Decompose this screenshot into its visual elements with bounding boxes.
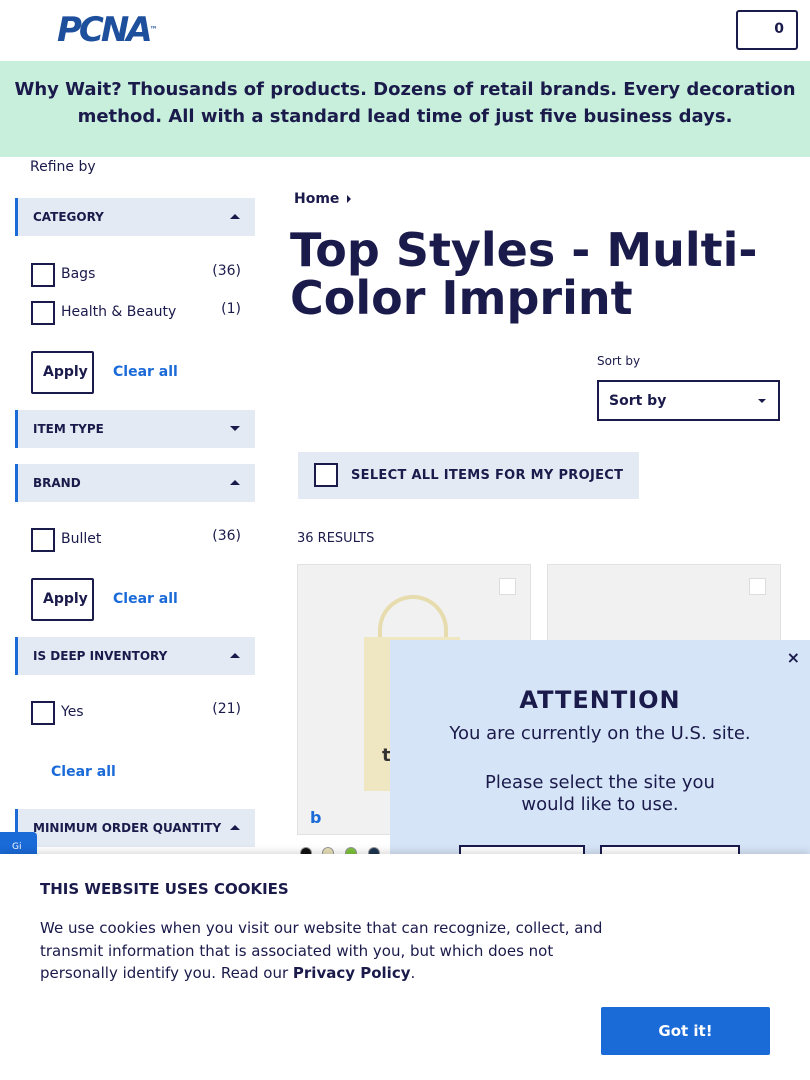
- modal-title: ATTENTION: [519, 686, 681, 714]
- facet-title: MINIMUM ORDER QUANTITY: [33, 821, 222, 835]
- product-select-checkbox[interactable]: [499, 578, 516, 595]
- facet-item-type-header[interactable]: ITEM TYPE: [15, 410, 255, 448]
- privacy-policy-link[interactable]: Privacy Policy: [293, 964, 411, 982]
- facet-option-bags[interactable]: Bags (36): [31, 263, 243, 289]
- product-select-checkbox[interactable]: [749, 578, 766, 595]
- cart-button[interactable]: 0: [736, 10, 798, 50]
- apply-button[interactable]: Apply: [31, 578, 94, 621]
- chevron-down-icon: [230, 426, 240, 431]
- results-count: 36 RESULTS: [297, 531, 375, 546]
- cart-count: 0: [774, 21, 784, 37]
- clear-all-link[interactable]: Clear all: [113, 591, 178, 607]
- option-count: (36): [212, 263, 241, 279]
- checkbox[interactable]: [314, 463, 338, 487]
- facet-option-health-beauty[interactable]: Health & Beauty (1): [31, 301, 243, 327]
- caret-right-icon: [347, 195, 352, 203]
- promo-banner-text: Why Wait? Thousands of products. Dozens …: [14, 79, 796, 127]
- apply-button[interactable]: Apply: [31, 351, 94, 394]
- facet-option-bullet[interactable]: Bullet (36): [31, 528, 243, 554]
- got-it-button[interactable]: Got it!: [601, 1007, 770, 1055]
- chevron-up-icon: [230, 214, 240, 219]
- side-tab[interactable]: Gi: [0, 832, 37, 856]
- sort-value: Sort by: [609, 393, 667, 409]
- close-icon[interactable]: ×: [787, 648, 800, 667]
- sort-label: Sort by: [597, 354, 641, 368]
- site-header: PCNA™ 0: [0, 0, 810, 61]
- cookie-banner: THIS WEBSITE USES COOKIES We use cookies…: [0, 854, 810, 1080]
- checkbox[interactable]: [31, 701, 55, 725]
- site-select-modal: × ATTENTION You are currently on the U.S…: [390, 640, 810, 885]
- clear-all-link[interactable]: Clear all: [51, 764, 116, 780]
- breadcrumb-home[interactable]: Home: [294, 191, 339, 207]
- brand-badge-icon: b: [310, 808, 322, 827]
- chevron-down-icon: [758, 399, 766, 403]
- modal-line-1: You are currently on the U.S. site.: [449, 723, 751, 744]
- refine-by-label: Refine by: [30, 159, 96, 175]
- modal-line-2: Please select the site you would like to…: [485, 772, 715, 815]
- checkbox[interactable]: [31, 263, 55, 287]
- sort-select[interactable]: Sort by: [597, 380, 780, 421]
- chevron-up-icon: [230, 825, 240, 830]
- page-title: Top Styles - Multi-Color Imprint: [290, 223, 758, 325]
- facet-brand-header[interactable]: BRAND: [15, 464, 255, 502]
- cookie-period: .: [410, 964, 416, 982]
- option-count: (1): [221, 301, 241, 317]
- facet-option-yes[interactable]: Yes (21): [31, 701, 243, 727]
- pcna-logo[interactable]: PCNA™: [57, 13, 158, 47]
- facet-min-order-header[interactable]: MINIMUM ORDER QUANTITY: [15, 809, 255, 847]
- checkbox[interactable]: [31, 301, 55, 325]
- select-all-label: SELECT ALL ITEMS FOR MY PROJECT: [351, 468, 624, 483]
- chevron-up-icon: [230, 653, 240, 658]
- facet-title: CATEGORY: [33, 210, 104, 224]
- option-label: Yes: [61, 704, 84, 720]
- option-count: (21): [212, 701, 241, 717]
- facet-deep-inventory-header[interactable]: IS DEEP INVENTORY: [15, 637, 255, 675]
- facet-title: BRAND: [33, 476, 81, 490]
- select-all-items[interactable]: SELECT ALL ITEMS FOR MY PROJECT: [298, 452, 639, 499]
- option-label: Health & Beauty: [61, 304, 177, 320]
- chevron-up-icon: [230, 480, 240, 485]
- cookie-title: THIS WEBSITE USES COOKIES: [40, 880, 289, 898]
- clear-all-link[interactable]: Clear all: [113, 364, 178, 380]
- option-label: Bullet: [61, 531, 102, 547]
- promo-banner: Why Wait? Thousands of products. Dozens …: [0, 61, 810, 157]
- breadcrumb[interactable]: Home: [294, 191, 352, 207]
- checkbox[interactable]: [31, 528, 55, 552]
- facet-category-header[interactable]: CATEGORY: [15, 198, 255, 236]
- option-label: Bags: [61, 266, 96, 282]
- option-count: (36): [212, 528, 241, 544]
- facet-title: ITEM TYPE: [33, 422, 104, 436]
- cookie-body: We use cookies when you visit our websit…: [40, 917, 620, 985]
- facet-title: IS DEEP INVENTORY: [33, 649, 168, 663]
